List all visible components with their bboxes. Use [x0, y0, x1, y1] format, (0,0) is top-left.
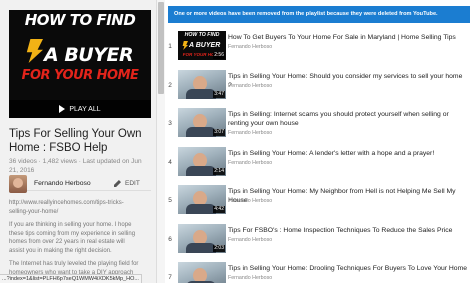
page: HOW TO FIND A BUYER FOR YOUR HOME PLAY A…: [0, 0, 470, 283]
video-thumbnail[interactable]: 2:03: [178, 223, 226, 253]
status-url-bar: ...?index=1&list=PLFH6p7seQ1WMW4iXDK5kMp…: [0, 274, 142, 283]
video-index: 3: [168, 120, 172, 127]
video-channel[interactable]: Fernando Herboso: [228, 275, 272, 281]
presenter-body: [186, 127, 216, 137]
removed-videos-banner: One or more videos have been removed fro…: [168, 6, 470, 23]
video-thumbnail[interactable]: 3:47: [178, 69, 226, 99]
play-icon: [59, 105, 66, 113]
video-index: 6: [168, 235, 172, 243]
edit-label: EDIT: [125, 180, 140, 187]
play-all-label: PLAY ALL: [69, 105, 101, 113]
thumbnail-text-line2: A BUYER: [44, 44, 134, 66]
playlist-video-row[interactable]: 7 Tips in Selling Your Home: Drooling Tec…: [165, 260, 470, 283]
video-thumbnail[interactable]: [178, 262, 226, 283]
thumbnail-text-line1: HOW TO FIND: [24, 11, 136, 29]
thumbnail-text-line3: FOR YOUR HOME: [21, 68, 139, 83]
playlist-description: http://www.reallyincehomes.com/tips-tric…: [9, 199, 139, 283]
video-index: 7: [168, 274, 172, 281]
video-channel[interactable]: Fernando Herboso: [228, 160, 272, 166]
video-title[interactable]: How To Get Buyers To Your Home For Sale …: [228, 33, 468, 42]
lightning-arrow-icon: [26, 39, 43, 63]
video-duration: 3:07: [213, 129, 225, 136]
playlist-video-row[interactable]: 3 3:07 Tips in Selling: Internet scams you…: [165, 106, 470, 142]
edit-button[interactable]: EDIT: [114, 180, 140, 187]
playlist-owner[interactable]: Fernando Herboso: [34, 180, 91, 187]
playlist-video-row[interactable]: 6 2:03 Tips For FSBO's : Home Inspection T…: [165, 222, 470, 258]
playlist-sidebar: HOW TO FIND A BUYER FOR YOUR HOME PLAY A…: [0, 0, 156, 283]
video-title[interactable]: Tips in Selling Your Home: Drooling Tech…: [228, 264, 468, 273]
thumbnail-text-line1: HOW TO FIND: [184, 32, 220, 38]
video-index: 4: [168, 158, 172, 166]
video-index: 5: [168, 197, 172, 204]
scrollbar[interactable]: [156, 0, 165, 283]
thumbnail-text-line2: A BUYER: [189, 42, 221, 49]
video-list: One or more videos have been removed fro…: [165, 0, 470, 283]
video-index: 2: [168, 81, 172, 89]
video-thumbnail[interactable]: 3:07: [178, 108, 226, 137]
description-link[interactable]: http://www.reallyincehomes.com/tips-tric…: [9, 199, 139, 216]
video-title[interactable]: Tips in Selling: Internet scams you shou…: [228, 110, 468, 128]
video-thumbnail[interactable]: HOW TO FIND A BUYER FOR YOUR HOME 2:56: [178, 31, 226, 60]
video-duration: 2:14: [213, 167, 225, 175]
playlist-video-row[interactable]: 4 2:14 Tips in Selling Your Home: A lender…: [165, 145, 470, 181]
play-all-button[interactable]: PLAY ALL: [9, 100, 151, 118]
playlist-thumbnail[interactable]: HOW TO FIND A BUYER FOR YOUR HOME PLAY A…: [9, 10, 151, 118]
avatar[interactable]: [9, 175, 27, 193]
lightning-arrow-icon: [182, 41, 188, 50]
playlist-stats: 36 videos · 1,482 views · Last updated o…: [9, 158, 142, 174]
video-channel[interactable]: Fernando Herboso: [228, 130, 272, 136]
presenter-body: [186, 204, 216, 214]
video-channel[interactable]: Fernando Herboso: [228, 198, 272, 204]
video-duration: 4:42: [213, 206, 225, 213]
video-index: 1: [168, 43, 172, 50]
video-thumbnail[interactable]: 2:14: [178, 146, 226, 176]
playlist-video-row[interactable]: 1 HOW TO FIND A BUYER FOR YOUR HOME 2:56 How …: [165, 29, 470, 65]
playlist-title: Tips For Selling Your Own Home : FSBO He…: [9, 128, 142, 154]
video-channel[interactable]: Fernando Herboso: [228, 237, 272, 243]
video-duration: 3:47: [213, 90, 225, 98]
video-duration: 2:56: [213, 52, 225, 59]
presenter-body: [186, 165, 216, 176]
video-channel[interactable]: Fernando Herboso: [228, 83, 272, 89]
divider: [9, 190, 151, 191]
scrollbar-thumb[interactable]: [158, 2, 164, 94]
video-thumbnail[interactable]: 4:42: [178, 185, 226, 214]
description-paragraph: If you are thinking in selling your home…: [9, 222, 136, 254]
video-duration: 2:03: [213, 244, 225, 252]
playlist-video-row[interactable]: 2 3:47 Tips in Selling Your Home: Should y…: [165, 68, 470, 104]
presenter-body: [186, 88, 216, 99]
playlist-video-row[interactable]: 5 4:42 Tips in Selling Your Home: My Neigh…: [165, 183, 470, 219]
video-channel[interactable]: Fernando Herboso: [228, 44, 272, 50]
pencil-icon: [114, 180, 121, 187]
presenter-body: [186, 242, 216, 253]
video-title[interactable]: Tips in Selling Your Home: A lender's le…: [228, 149, 468, 158]
video-title[interactable]: Tips For FSBO's : Home Inspection Techni…: [228, 226, 468, 235]
